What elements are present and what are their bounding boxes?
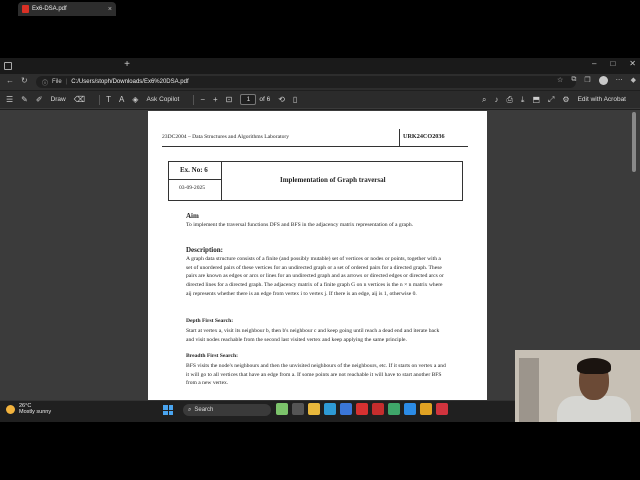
print-icon[interactable]: ⎙	[506, 95, 512, 105]
draw-icon[interactable]: ✐	[36, 95, 43, 104]
url-scheme-label: File	[52, 79, 62, 85]
draw-button[interactable]: Draw	[51, 96, 66, 103]
profile-avatar[interactable]	[598, 76, 608, 85]
erase-icon[interactable]: ⌫	[74, 95, 85, 104]
bfs-heading: Breadth First Search:	[186, 353, 238, 359]
address-bar-actions: ☆ ⧉ ❒ ⋯ ◆	[557, 76, 636, 85]
maximize-icon[interactable]: □	[610, 59, 615, 68]
edit-with-acrobat-button[interactable]: Edit with Acrobat	[578, 96, 626, 103]
tab-pdf[interactable]: Ex6-DSA.pdf ×	[18, 2, 116, 16]
toolbar-divider	[193, 94, 195, 105]
highlight-icon[interactable]: ✎	[21, 95, 28, 104]
start-windows-icon[interactable]	[163, 405, 173, 415]
aim-text: To implement the traversal functions DFS…	[186, 222, 414, 228]
new-tab-button[interactable]: +	[121, 59, 133, 71]
app-pink-icon[interactable]	[436, 403, 448, 415]
contents-menu-icon[interactable]: ☰	[6, 95, 13, 104]
taskbar-search[interactable]: ⌕ Search	[183, 404, 271, 416]
url-separator: |	[65, 79, 68, 85]
scrollbar-thumb[interactable]	[632, 112, 636, 172]
pdf-toolbar: ☰ ✎ ✐ Draw ⌫ T A ◈ Ask Copilot − + ⊡ 1 o…	[0, 91, 640, 109]
save-icon[interactable]: ⤓	[521, 95, 525, 105]
course-title: 23DC2004 – Data Structures and Algorithm…	[162, 134, 290, 140]
description-text: A graph data structure consists of a fin…	[186, 256, 444, 297]
ask-copilot-button[interactable]: Ask Copilot	[146, 96, 179, 103]
window-controls: – □ ✕	[592, 59, 636, 68]
aim-heading: Aim	[186, 212, 199, 220]
chrome-icon[interactable]	[420, 403, 432, 415]
webcam-overlay	[515, 350, 640, 422]
save-as-icon[interactable]: ⬒	[532, 95, 540, 104]
page-total: of 6	[259, 96, 271, 103]
experiment-box: Ex. No: 6 03-09-2025 Implementation of G…	[168, 161, 463, 201]
experiment-date: 03-09-2025	[179, 185, 206, 191]
dfs-heading: Depth First Search:	[186, 318, 234, 324]
whatsapp-icon[interactable]	[388, 403, 400, 415]
close-window-icon[interactable]: ✕	[629, 59, 636, 68]
search-icon: ⌕	[188, 406, 192, 413]
screen: Ex6-DSA.pdf × + – □ ✕ ← ↻ ⓘ File | C:/Us…	[0, 0, 640, 480]
tab-title: Ex6-DSA.pdf	[32, 6, 67, 12]
weather-condition: Mostly sunny	[19, 409, 52, 415]
app-red-icon[interactable]	[356, 403, 368, 415]
url-text: C:/Users/stoph/Downloads/Ex6%20DSA.pdf	[71, 79, 189, 85]
task-view-icon[interactable]	[292, 403, 304, 415]
fullscreen-icon[interactable]: ⤢	[548, 95, 554, 105]
refresh-icon[interactable]: ↻	[21, 76, 28, 85]
file-explorer-icon[interactable]	[308, 403, 320, 415]
copilot-app-icon[interactable]	[276, 403, 288, 415]
collections-icon[interactable]: ⧉	[571, 76, 576, 85]
store-icon[interactable]	[340, 403, 352, 415]
webcam-person-hair	[577, 358, 611, 374]
pdf-file-icon	[22, 5, 29, 13]
dfs-text: Start at vertex a, visit its neighbour b…	[186, 328, 440, 343]
back-icon[interactable]: ←	[6, 76, 14, 85]
copilot-icon[interactable]: ◆	[631, 76, 636, 85]
search-label: Search	[194, 407, 214, 413]
more-menu-icon[interactable]: ⋯	[616, 76, 623, 85]
read-aloud-icon[interactable]: ♪	[494, 95, 498, 104]
fit-width-icon[interactable]: ⊡	[226, 95, 233, 104]
box-divider-vertical	[221, 162, 222, 200]
webcam-door	[519, 358, 539, 422]
minimize-icon[interactable]: –	[592, 59, 596, 68]
zoom-in-icon[interactable]: +	[213, 95, 218, 104]
box-divider-horizontal	[169, 179, 221, 180]
weather-text: 26°C Mostly sunny	[19, 403, 51, 415]
workspaces-icon[interactable]	[4, 62, 12, 70]
rotate-icon[interactable]: ⟲	[278, 95, 285, 104]
roll-number: URK24CO2036	[403, 133, 445, 140]
copilot-small-icon[interactable]: ◈	[132, 95, 138, 104]
tab-bar	[0, 58, 640, 74]
immersive-reader-icon[interactable]: A	[119, 95, 124, 104]
bfs-text: BFS visits the node's neighbours and the…	[186, 363, 446, 387]
favorite-star-icon[interactable]: ☆	[557, 76, 563, 85]
text-box-icon[interactable]: T	[106, 95, 111, 104]
mcafee-icon[interactable]	[372, 403, 384, 415]
sun-icon	[6, 404, 15, 414]
description-heading: Description:	[186, 246, 223, 254]
zoom-out-icon[interactable]: −	[200, 95, 205, 104]
find-icon[interactable]: ⌕	[482, 95, 486, 105]
address-bar[interactable]: ⓘ File | C:/Users/stoph/Downloads/Ex6%20…	[36, 76, 576, 88]
experiment-title: Implementation of Graph traversal	[280, 176, 386, 184]
weather-widget[interactable]: 26°C Mostly sunny	[6, 403, 51, 415]
page-view-icon[interactable]: ▯	[293, 95, 297, 104]
toolbar-divider	[99, 94, 101, 105]
page-number-input[interactable]: 1	[240, 94, 257, 105]
experiment-number: Ex. No: 6	[180, 166, 208, 174]
pdf-page: 23DC2004 – Data Structures and Algorithm…	[148, 111, 487, 400]
edge-browser-icon[interactable]	[324, 403, 336, 415]
file-scheme-icon: ⓘ	[42, 80, 49, 87]
settings-icon[interactable]: ⚙	[562, 95, 569, 104]
pinned-apps	[276, 403, 448, 415]
extensions-icon[interactable]: ❒	[584, 76, 590, 85]
header-divider	[399, 129, 400, 147]
tab-close-button[interactable]: ×	[108, 6, 112, 13]
page-header: 23DC2004 – Data Structures and Algorithm…	[162, 129, 468, 147]
vscode-icon[interactable]	[404, 403, 416, 415]
